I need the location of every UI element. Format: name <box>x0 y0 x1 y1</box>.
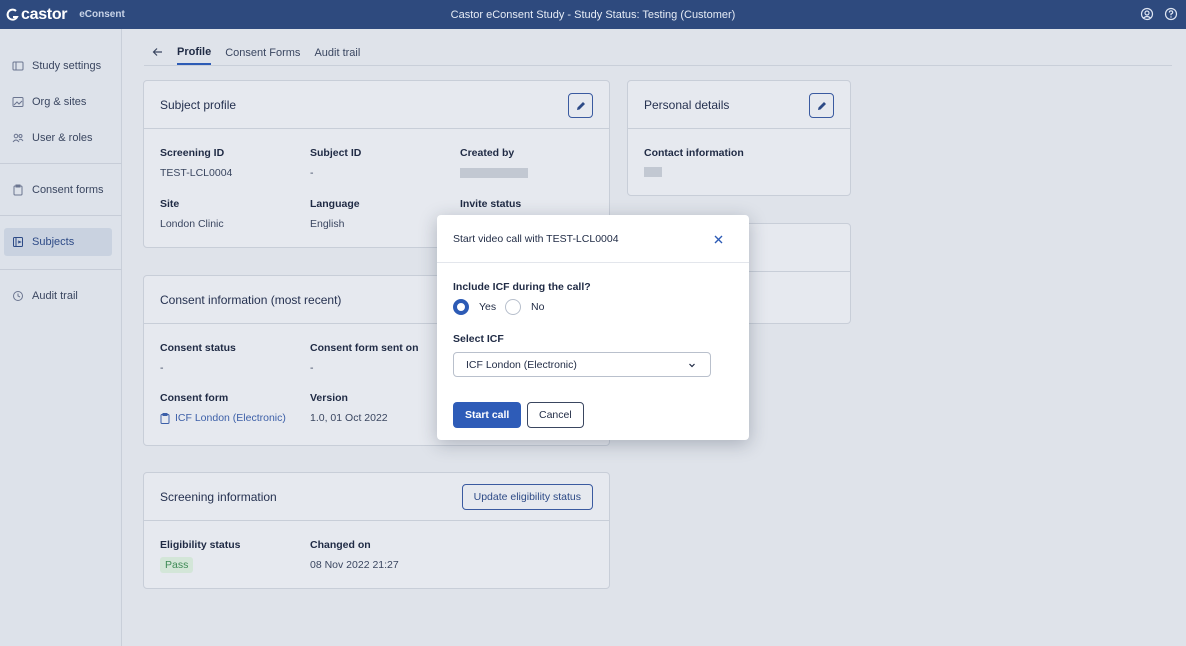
start-call-button[interactable]: Start call <box>453 402 522 428</box>
icf-select[interactable]: ICF London (Electronic) <box>453 352 711 377</box>
cancel-button[interactable]: Cancel <box>527 402 584 428</box>
radio-yes[interactable] <box>453 299 469 315</box>
chevron-down-icon <box>688 360 696 372</box>
icf-select-value: ICF London (Electronic) <box>466 358 577 371</box>
radio-no-label[interactable]: No <box>531 301 544 313</box>
dialog-header: Start video call with TEST-LCL0004 <box>437 215 749 263</box>
close-icon[interactable] <box>711 232 725 246</box>
radio-yes-label[interactable]: Yes <box>479 301 496 313</box>
dialog-title: Start video call with TEST-LCL0004 <box>453 232 619 245</box>
select-icf-label: Select ICF <box>453 333 504 345</box>
include-icf-question: Include ICF during the call? <box>453 281 591 293</box>
start-video-call-dialog: Start video call with TEST-LCL0004 Inclu… <box>437 215 749 440</box>
radio-no[interactable] <box>505 299 521 315</box>
